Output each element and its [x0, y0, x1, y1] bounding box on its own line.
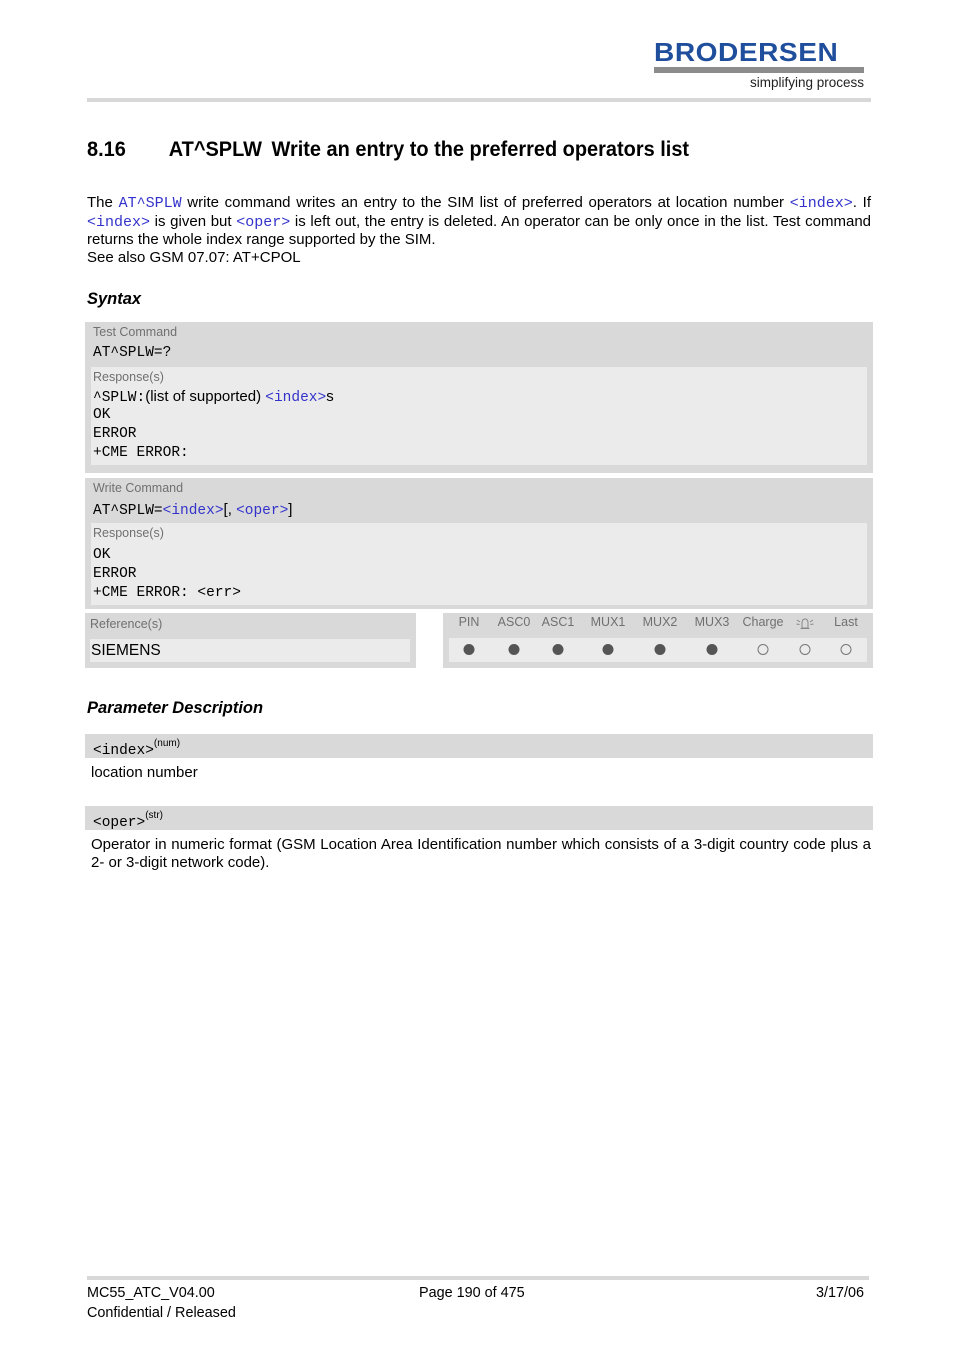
- brodersen-logo: BRODERSEN simplifying process: [654, 39, 866, 90]
- intro-text-segment: is given but: [150, 212, 237, 230]
- test-response-line: ERROR: [93, 426, 137, 442]
- command-prefix: AT^SPLW=: [93, 503, 163, 519]
- flag-header-last: Last: [834, 615, 858, 629]
- test-response-line: ^SPLW:(list of supported) <index>s: [93, 387, 867, 406]
- test-response-line: OK: [93, 407, 111, 423]
- footer-status: Confidential / Released: [87, 1304, 236, 1321]
- flag-header-mux1: MUX1: [590, 615, 626, 629]
- response-text: (list of supported): [145, 388, 266, 405]
- reference-value: SIEMENS: [90, 639, 410, 662]
- response-prefix: ^SPLW:: [93, 390, 146, 406]
- param-name-text: <oper>: [93, 814, 146, 831]
- param-name-text: <index>: [93, 742, 154, 759]
- param-header-index: <index>(num): [85, 734, 873, 759]
- oper-param-link[interactable]: <oper>: [236, 503, 288, 519]
- parameter-description-heading: Parameter Description: [87, 699, 264, 717]
- intro-text-segment: write command writes an entry to the SIM…: [181, 194, 790, 211]
- availability-flags-box: PIN ASC0 ASC1 MUX1 MUX2 MUX3 Charge Last: [443, 613, 873, 668]
- flag-dot-asc1-filled: [552, 644, 564, 655]
- param-description-oper: Operator in numeric format (GSM Location…: [91, 836, 871, 871]
- param-name: <index>(num): [93, 738, 181, 759]
- param-name: <oper>(str): [93, 810, 163, 831]
- flag-dot-charge-empty: [757, 644, 769, 655]
- intro-paragraph: The AT^SPLW write command writes an entr…: [87, 194, 871, 266]
- logo-wordmark: BRODERSEN: [654, 37, 839, 67]
- footer-doc-id: MC55_ATC_V04.00: [87, 1284, 215, 1301]
- param-description-index: location number: [91, 764, 198, 781]
- intro-text-segment: .: [852, 194, 857, 211]
- reference-box: Reference(s) SIEMENS: [85, 613, 416, 668]
- flag-dot-last-empty: [840, 644, 852, 655]
- flag-header-asc0: ASC0: [497, 615, 531, 629]
- footer-left: MC55_ATC_V04.00 Confidential / Released: [87, 1283, 236, 1323]
- section-title: 8.16 AT^SPLW Write an entry to the preferr…: [87, 138, 689, 162]
- write-response-label: Response(s): [93, 526, 164, 540]
- intro-text-segment: If: [862, 194, 872, 211]
- write-response-line: OK: [93, 547, 111, 563]
- response-text: s: [326, 388, 334, 405]
- flag-headers: PIN ASC0 ASC1 MUX1 MUX2 MUX3 Charge Last: [443, 615, 873, 633]
- flag-dot-asc0-filled: [508, 644, 520, 655]
- flag-dot-pin-filled: [463, 644, 475, 655]
- test-response-box: Response(s) ^SPLW:(list of supported) <i…: [91, 367, 867, 465]
- flag-header-charge: Charge: [742, 615, 784, 629]
- logo-tagline: simplifying process: [749, 75, 864, 90]
- flag-header-mux2: MUX2: [642, 615, 678, 629]
- footer-divider: [87, 1276, 869, 1280]
- section-title-text: Write an entry to the preferred operator…: [271, 138, 690, 161]
- logo-bar: [654, 67, 864, 73]
- index-param-link[interactable]: <index>: [790, 195, 853, 212]
- test-command-box: Test Command AT^SPLW=? Response(s) ^SPLW…: [85, 322, 873, 473]
- flag-header-mux3: MUX3: [694, 615, 730, 629]
- syntax-heading: Syntax: [87, 290, 142, 308]
- section-number: 8.16: [87, 138, 126, 161]
- write-command-box: Write Command AT^SPLW=<index>[, <oper>] …: [85, 478, 873, 609]
- section-command: AT^SPLW: [168, 138, 262, 161]
- flag-dot-mux3-filled: [706, 644, 718, 655]
- command-link[interactable]: AT^SPLW: [119, 195, 182, 212]
- see-also: See also GSM 07.07: AT+CPOL: [87, 248, 301, 266]
- header-divider: [87, 98, 871, 102]
- footer-page-number: Page 190 of 475: [419, 1284, 525, 1301]
- footer-date: 3/17/06: [816, 1284, 865, 1301]
- test-command-label: Test Command: [93, 325, 178, 339]
- flag-indicators: [449, 638, 867, 662]
- param-type: (str): [145, 810, 163, 821]
- test-response-label: Response(s): [93, 370, 164, 384]
- alarm-bell-icon: [795, 616, 815, 635]
- syntax-bracket: ]: [288, 501, 293, 518]
- param-header-oper: <oper>(str): [85, 806, 873, 831]
- oper-param-link[interactable]: <oper>: [236, 214, 290, 231]
- param-type: (num): [153, 738, 181, 749]
- write-command-syntax: AT^SPLW=<index>[, <oper>]: [85, 497, 873, 523]
- flag-header-asc1: ASC1: [541, 615, 575, 629]
- intro-text: The AT^SPLW write command writes an entr…: [87, 194, 871, 249]
- write-response-line: +CME ERROR: <err>: [93, 585, 241, 601]
- flag-dot-mux2-filled: [654, 644, 666, 655]
- reference-label: Reference(s): [90, 617, 163, 631]
- write-response-box: Response(s) OK ERROR +CME ERROR: <err>: [91, 523, 867, 605]
- index-param-link[interactable]: <index>: [163, 503, 224, 519]
- test-response-line: +CME ERROR:: [93, 445, 189, 461]
- test-command-syntax: AT^SPLW=?: [93, 345, 172, 361]
- write-response-line: ERROR: [93, 566, 137, 582]
- intro-text-segment: The: [87, 194, 119, 211]
- syntax-separator: [,: [223, 501, 237, 518]
- index-param-link[interactable]: <index>: [265, 390, 326, 406]
- flag-header-pin: PIN: [458, 615, 480, 629]
- flag-dot-alarm-bell-empty: [799, 644, 811, 655]
- flag-dot-mux1-filled: [602, 644, 614, 655]
- index-param-link[interactable]: <index>: [87, 214, 150, 231]
- write-command-label: Write Command: [93, 481, 184, 495]
